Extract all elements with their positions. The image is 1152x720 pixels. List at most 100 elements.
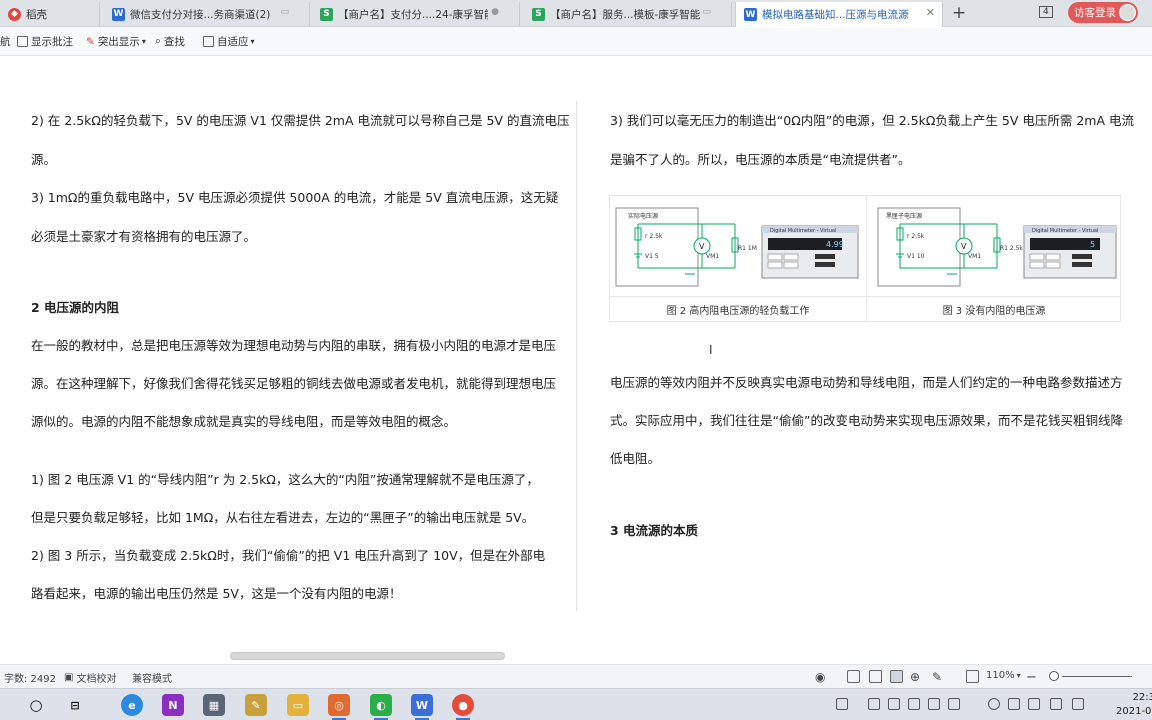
figure-2-caption: 图 2 高内阻电压源的轻负载工作 bbox=[666, 306, 810, 317]
zoom-level[interactable]: 110% ▾ bbox=[986, 670, 1021, 681]
zoom-slider-track[interactable] bbox=[1062, 676, 1132, 677]
sheet-icon: S bbox=[320, 7, 333, 21]
svg-text:R1 2.5k: R1 2.5k bbox=[1000, 245, 1023, 252]
paragraph: 3) 我们可以毫无压力的制造出“0Ω内阻”的电源，但 2.5kΩ负载上产生 5V… bbox=[610, 113, 1134, 128]
zoom-slider-handle[interactable] bbox=[1049, 671, 1059, 681]
svg-text:5: 5 bbox=[1090, 240, 1095, 249]
page-view-icon[interactable] bbox=[847, 670, 860, 683]
svg-text:4.99: 4.99 bbox=[826, 240, 844, 249]
paragraph: 源似的。电源的内阻不能想象成就是真实的导线电阻，而是等效电阻的概念。 bbox=[31, 414, 457, 429]
media-app-icon[interactable]: ◎ bbox=[328, 694, 350, 720]
svg-text:r 2.5k: r 2.5k bbox=[645, 233, 663, 240]
paragraph: 源。在这种理解下，好像我们舍得花钱买足够粗的铜线去做电源或者发电机，就能得到理想… bbox=[31, 376, 557, 391]
paragraph: 2) 图 3 所示，当负载变成 2.5kΩ时，我们“偷偷”的把 V1 电压升高到… bbox=[31, 548, 546, 563]
reader-toolbar: 航 显示批注 ✎ 突出显示 ▾ ⌕ 查找 自适应 ▾ bbox=[0, 28, 1152, 56]
figure-table: 实际电压源 r 2.5k V1 5 V VM1 R1 1M Digital Mu… bbox=[609, 195, 1121, 322]
tab-bar: ◆ 稻壳 W 微信支付分对接...务商渠道(2) ▭ S 【商户名】支付分...… bbox=[0, 0, 1152, 27]
section-heading: 2 电压源的内阻 bbox=[31, 300, 120, 315]
bluetooth-icon[interactable] bbox=[988, 698, 1000, 710]
new-tab-icon[interactable]: + bbox=[950, 3, 968, 23]
calculator-icon[interactable]: ▦ bbox=[203, 694, 225, 716]
wps-tray-icon[interactable] bbox=[1008, 698, 1020, 710]
svg-text:VM1: VM1 bbox=[968, 253, 981, 260]
chevron-down-icon: ▾ bbox=[141, 37, 146, 46]
svg-text:Digital Multimeter - Virtual: Digital Multimeter - Virtual bbox=[770, 228, 836, 234]
document-page: 2) 在 2.5kΩ的轻负载下，5V 的电压源 V1 仅需提供 2mA 电流就可… bbox=[0, 57, 1152, 660]
clock[interactable]: 22:31 2021-02- bbox=[1116, 691, 1152, 719]
paragraph: 低电阻。 bbox=[610, 451, 661, 466]
find-button[interactable]: ⌕ 查找 bbox=[155, 34, 185, 49]
svg-text:V: V bbox=[961, 242, 967, 251]
proof-icon: ▣ bbox=[64, 672, 74, 683]
column-divider bbox=[576, 101, 577, 611]
paragraph: 必须是土豪家才有资格拥有的电压源了。 bbox=[31, 229, 257, 244]
web-view-icon[interactable]: ⊕ bbox=[910, 670, 920, 684]
eye-icon[interactable]: ◉ bbox=[815, 670, 825, 684]
compat-mode: 兼容模式 bbox=[132, 674, 172, 685]
status-bar: 字数: 2492 ▣ 文档校对 兼容模式 ◉ ⊕ ✎ 110% ▾ − bbox=[0, 664, 1152, 688]
chrome-icon[interactable]: ● bbox=[452, 694, 474, 720]
paragraph: 1) 图 2 电压源 V1 的“导线内阻”r 为 2.5kΩ，这么大的“内阻”按… bbox=[31, 472, 539, 487]
nav-button[interactable]: 航 bbox=[0, 34, 11, 49]
edge-browser-icon[interactable]: e bbox=[121, 694, 143, 716]
svg-text:V: V bbox=[699, 242, 705, 251]
close-icon[interactable]: ✕ bbox=[926, 6, 935, 19]
taskbar: ○ ⊟ e N ▦ ✎ ▭ ◎ ◐ W ● 22:31 2021-02- bbox=[0, 688, 1152, 720]
search-circle-icon[interactable]: ○ bbox=[25, 694, 47, 716]
screen-icon: ▭ bbox=[702, 7, 711, 17]
tray-app-icon[interactable] bbox=[888, 698, 900, 710]
tray-app-icon[interactable] bbox=[928, 698, 940, 710]
fit-button[interactable]: 自适应 ▾ bbox=[203, 34, 255, 49]
tray-app-icon[interactable] bbox=[868, 698, 880, 710]
paragraph: 2) 在 2.5kΩ的轻负载下，5V 的电压源 V1 仅需提供 2mA 电流就可… bbox=[31, 113, 570, 128]
sheet-icon: S bbox=[532, 7, 545, 21]
outline-view-icon[interactable] bbox=[869, 670, 882, 683]
read-view-icon[interactable] bbox=[890, 670, 903, 683]
paragraph: 是骗不了人的。所以，电压源的本质是“电流提供者”。 bbox=[610, 152, 911, 167]
paragraph: 但是只要负载足够轻，比如 1MΩ，从右往左看进去，左边的“黑匣子”的输出电压就是… bbox=[31, 510, 535, 525]
wechat-icon[interactable]: ◐ bbox=[370, 694, 392, 720]
avatar bbox=[1119, 4, 1136, 21]
tab-docer[interactable]: ◆ 稻壳 bbox=[0, 2, 100, 26]
proof-button[interactable]: ▣ 文档校对 bbox=[64, 670, 116, 685]
svg-text:黑匣子电压源: 黑匣子电压源 bbox=[886, 212, 922, 220]
paragraph: 3) 1mΩ的重负载电路中，5V 电压源必须提供 5000A 的电流，才能是 5… bbox=[31, 190, 559, 205]
svg-text:V1 5: V1 5 bbox=[645, 253, 659, 260]
battery-icon[interactable] bbox=[1050, 698, 1062, 710]
tray-app-icon[interactable] bbox=[908, 698, 920, 710]
tab-count-badge[interactable]: 4 bbox=[1039, 6, 1053, 18]
tab-merchant-sheet-1[interactable]: S 【商户名】支付分....24-康孚智能 ● bbox=[312, 2, 520, 26]
pen-icon[interactable]: ✎ bbox=[932, 670, 942, 684]
svg-text:VM1: VM1 bbox=[706, 253, 719, 260]
tray-app-icon[interactable] bbox=[948, 698, 960, 710]
paragraph: 源。 bbox=[31, 152, 57, 167]
chevron-down-icon: ▾ bbox=[250, 37, 255, 46]
task-view-icon[interactable]: ⊟ bbox=[64, 694, 86, 716]
tab-wechat-pay-doc[interactable]: W 微信支付分对接...务商渠道(2) ▭ bbox=[104, 2, 310, 26]
tab-analog-circuit-doc[interactable]: W 模拟电路基础知...压源与电流源 ✕ bbox=[735, 2, 943, 27]
tab-merchant-sheet-2[interactable]: S 【商户名】服务...模板-康孚智能 ▭ bbox=[524, 2, 732, 26]
wps-icon[interactable]: W bbox=[411, 694, 433, 720]
highlight-button[interactable]: ✎ 突出显示 ▾ bbox=[86, 34, 146, 49]
paragraph: 路看起来，电源的输出电压仍然是 5V，这是一个没有内阻的电源！ bbox=[31, 586, 402, 601]
ime-icon[interactable] bbox=[836, 698, 848, 710]
word-count[interactable]: 字数: 2492 bbox=[4, 670, 56, 685]
volume-icon[interactable] bbox=[1072, 698, 1084, 710]
comment-icon bbox=[17, 36, 28, 47]
svg-text:Digital Multimeter - Virtual: Digital Multimeter - Virtual bbox=[1032, 228, 1098, 234]
app-icon[interactable]: ✎ bbox=[245, 694, 267, 716]
onenote-icon[interactable]: N bbox=[162, 694, 184, 716]
horizontal-scrollbar[interactable] bbox=[230, 652, 505, 660]
paragraph: 式。实际应用中，我们往往是“偷偷”的改变电动势来实现电压源效果，而不是花钱买粗铜… bbox=[610, 413, 1123, 428]
text-cursor-icon: I bbox=[709, 343, 713, 357]
network-icon[interactable] bbox=[1028, 698, 1040, 710]
fit-zoom-icon[interactable] bbox=[966, 670, 979, 683]
login-button[interactable]: 访客登录 bbox=[1068, 2, 1138, 23]
search-icon: ⌕ bbox=[155, 35, 161, 47]
zoom-out-icon[interactable]: − bbox=[1026, 670, 1037, 685]
pen-icon: ✎ bbox=[86, 35, 95, 48]
file-explorer-icon[interactable]: ▭ bbox=[287, 694, 309, 716]
figure-2-circuit: 实际电压源 r 2.5k V1 5 V VM1 R1 1M Digital Mu… bbox=[615, 207, 1117, 287]
show-comments-button[interactable]: 显示批注 bbox=[17, 34, 73, 49]
svg-text:R1 1M: R1 1M bbox=[738, 245, 757, 252]
